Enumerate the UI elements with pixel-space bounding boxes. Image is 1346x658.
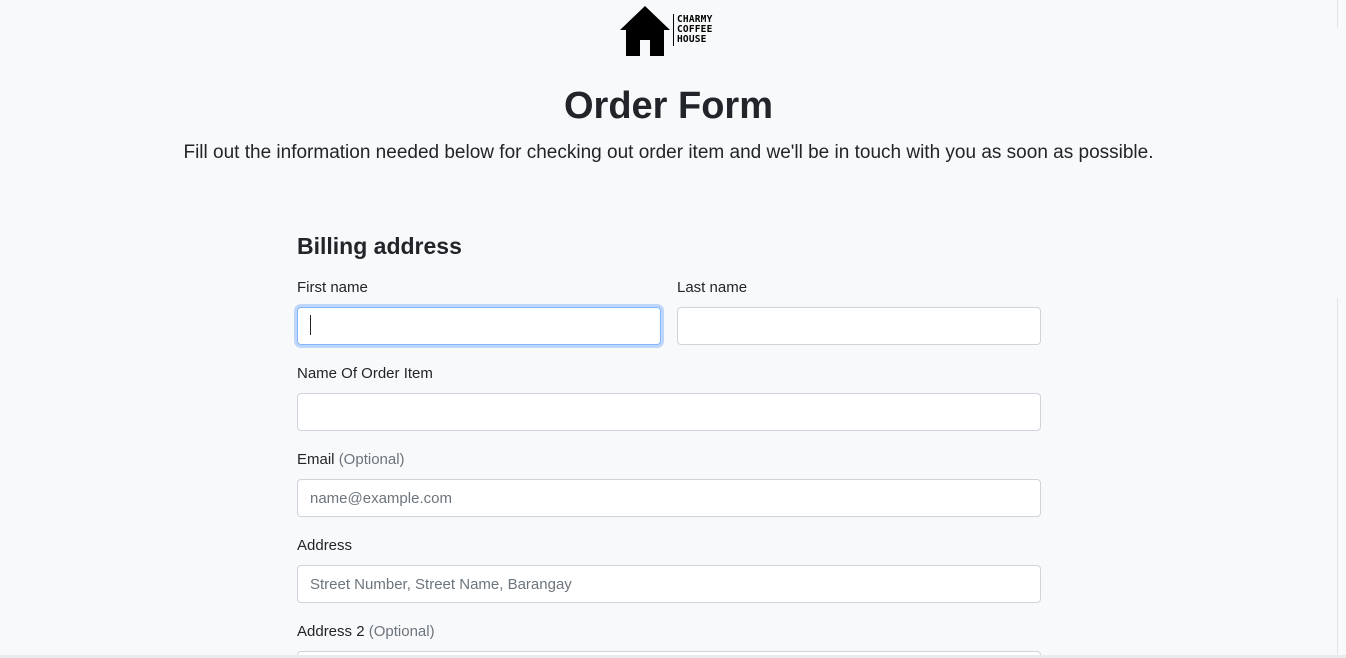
address2-label-text: Address 2 xyxy=(297,623,365,640)
email-input[interactable] xyxy=(297,479,1041,517)
page: CHARMY COFFEE HOUSE Order Form Fill out … xyxy=(0,0,1346,658)
page-title: Order Form xyxy=(563,85,774,127)
logo-line-3: HOUSE xyxy=(677,34,707,45)
scrollbar-thumb[interactable] xyxy=(1337,28,1346,298)
address-label: Address xyxy=(297,537,353,554)
email-optional-text: (Optional) xyxy=(338,451,405,468)
house-icon xyxy=(620,6,670,56)
page-lead: Fill out the information needed below fo… xyxy=(183,142,1154,163)
address2-optional-text: (Optional) xyxy=(368,623,435,640)
text-caret xyxy=(310,315,311,335)
address-input[interactable] xyxy=(297,565,1041,603)
email-label: Email (Optional) xyxy=(297,451,405,469)
section-title: Billing address xyxy=(297,233,462,259)
brand-logo: CHARMY COFFEE HOUSE xyxy=(619,6,721,58)
first-name-label: First name xyxy=(297,279,368,296)
order-item-label: Name Of Order Item xyxy=(297,365,433,382)
first-name-wrapper xyxy=(297,307,661,345)
order-item-input[interactable] xyxy=(297,393,1041,431)
email-label-text: Email xyxy=(297,451,335,468)
first-name-input[interactable] xyxy=(297,307,661,345)
last-name-label: Last name xyxy=(677,279,748,296)
last-name-input[interactable] xyxy=(677,307,1041,345)
logo-divider xyxy=(673,14,674,46)
address2-label: Address 2 (Optional) xyxy=(297,623,435,641)
vertical-scrollbar[interactable] xyxy=(1337,0,1346,658)
logo-wordmark: CHARMY COFFEE HOUSE xyxy=(677,15,713,45)
